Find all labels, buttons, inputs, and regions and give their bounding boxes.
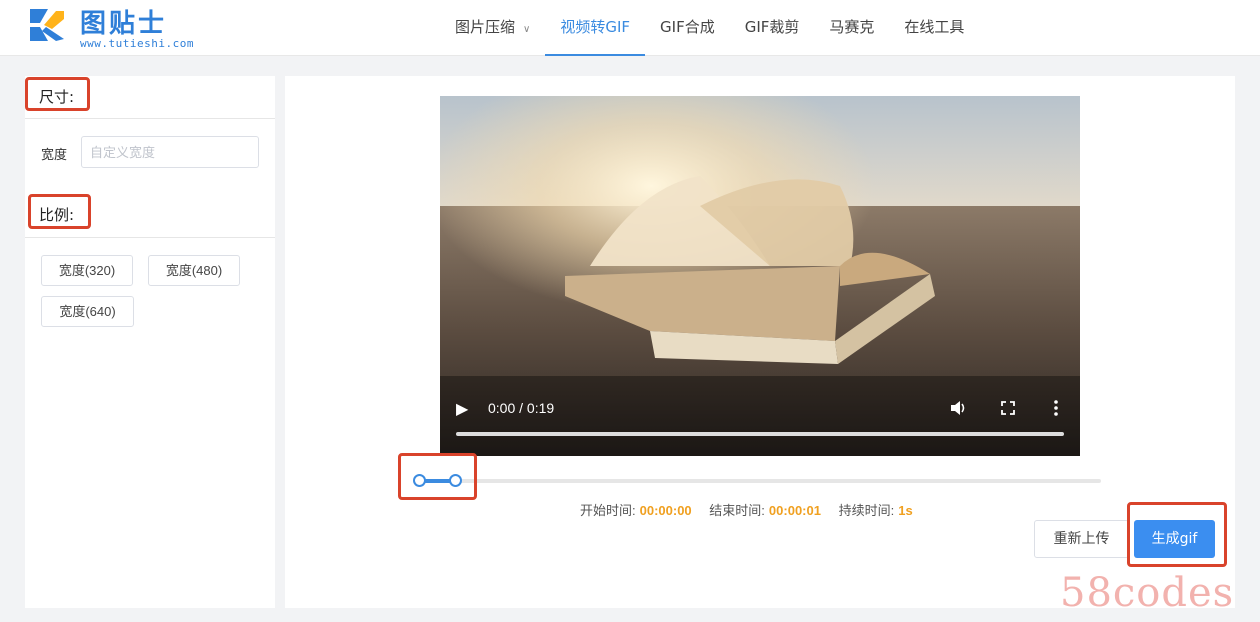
- ratio-button-640[interactable]: 宽度(640): [41, 296, 134, 327]
- divider: [25, 118, 275, 119]
- play-icon[interactable]: ▶: [456, 399, 468, 419]
- video-player[interactable]: ▶ 0:00 / 0:19: [440, 96, 1080, 456]
- chevron-down-icon: ∨: [523, 24, 531, 35]
- nav-gif-compose[interactable]: GIF合成: [645, 0, 730, 56]
- ratio-button-480[interactable]: 宽度(480): [148, 255, 240, 286]
- start-time-value: 00:00:00: [639, 503, 692, 518]
- main-panel: ▶ 0:00 / 0:19 开始时间: 00:00:00 结束时间: 00:00:0…: [285, 76, 1235, 608]
- width-input[interactable]: [81, 136, 259, 168]
- main-nav: 图片压缩 ∨ 视频转GIF GIF合成 GIF裁剪 马赛克 在线工具: [440, 0, 979, 56]
- reupload-button[interactable]: 重新上传: [1034, 520, 1129, 558]
- settings-panel: 尺寸: 宽度 比例: 宽度(320) 宽度(480) 宽度(640): [25, 76, 275, 608]
- duration-label: 持续时间:: [838, 503, 895, 518]
- nav-label: 在线工具: [904, 18, 965, 36]
- end-time-label: 结束时间:: [709, 503, 765, 518]
- nav-video-to-gif[interactable]: 视频转GIF: [545, 0, 646, 56]
- nav-label: 马赛克: [829, 18, 875, 36]
- logo-name: 图贴士: [80, 9, 168, 39]
- highlight-box: [28, 194, 91, 229]
- nav-label: 图片压缩: [455, 18, 516, 36]
- start-time-label: 开始时间:: [580, 503, 636, 518]
- video-progress-bar[interactable]: [456, 432, 1064, 436]
- more-options-icon[interactable]: [1053, 400, 1059, 416]
- nav-mosaic[interactable]: 马赛克: [814, 0, 889, 56]
- divider: [25, 237, 275, 238]
- highlight-box: [25, 77, 90, 111]
- end-time-value: 00:00:01: [768, 503, 821, 518]
- width-label: 宽度: [41, 148, 68, 163]
- nav-online-tools[interactable]: 在线工具: [889, 0, 979, 56]
- nav-label: GIF裁剪: [744, 18, 800, 36]
- ratio-button-320[interactable]: 宽度(320): [41, 255, 133, 286]
- nav-label: 视频转GIF: [560, 18, 631, 36]
- watermark-text: 58codes: [1060, 570, 1235, 616]
- fullscreen-icon[interactable]: [1001, 401, 1015, 415]
- nav-gif-crop[interactable]: GIF裁剪: [730, 0, 815, 56]
- logo-url: www.tutieshi.com: [80, 37, 194, 50]
- highlight-box: [398, 453, 477, 500]
- logo-icon: [30, 9, 64, 41]
- trim-time-info: 开始时间: 00:00:00 结束时间: 00:00:01 持续时间: 1s: [580, 500, 927, 519]
- video-controls: ▶ 0:00 / 0:19: [440, 376, 1080, 456]
- video-time: 0:00 / 0:19: [488, 400, 555, 416]
- highlight-box: [1127, 502, 1227, 567]
- site-logo[interactable]: 图贴士 www.tutieshi.com: [26, 3, 216, 51]
- duration-value: 1s: [898, 503, 913, 518]
- top-header: 图贴士 www.tutieshi.com 图片压缩 ∨ 视频转GIF GIF合成 …: [0, 0, 1260, 56]
- nav-label: GIF合成: [660, 18, 715, 36]
- nav-image-compress[interactable]: 图片压缩 ∨: [440, 0, 545, 56]
- trim-slider-track[interactable]: [415, 479, 1101, 483]
- volume-icon[interactable]: [950, 400, 968, 416]
